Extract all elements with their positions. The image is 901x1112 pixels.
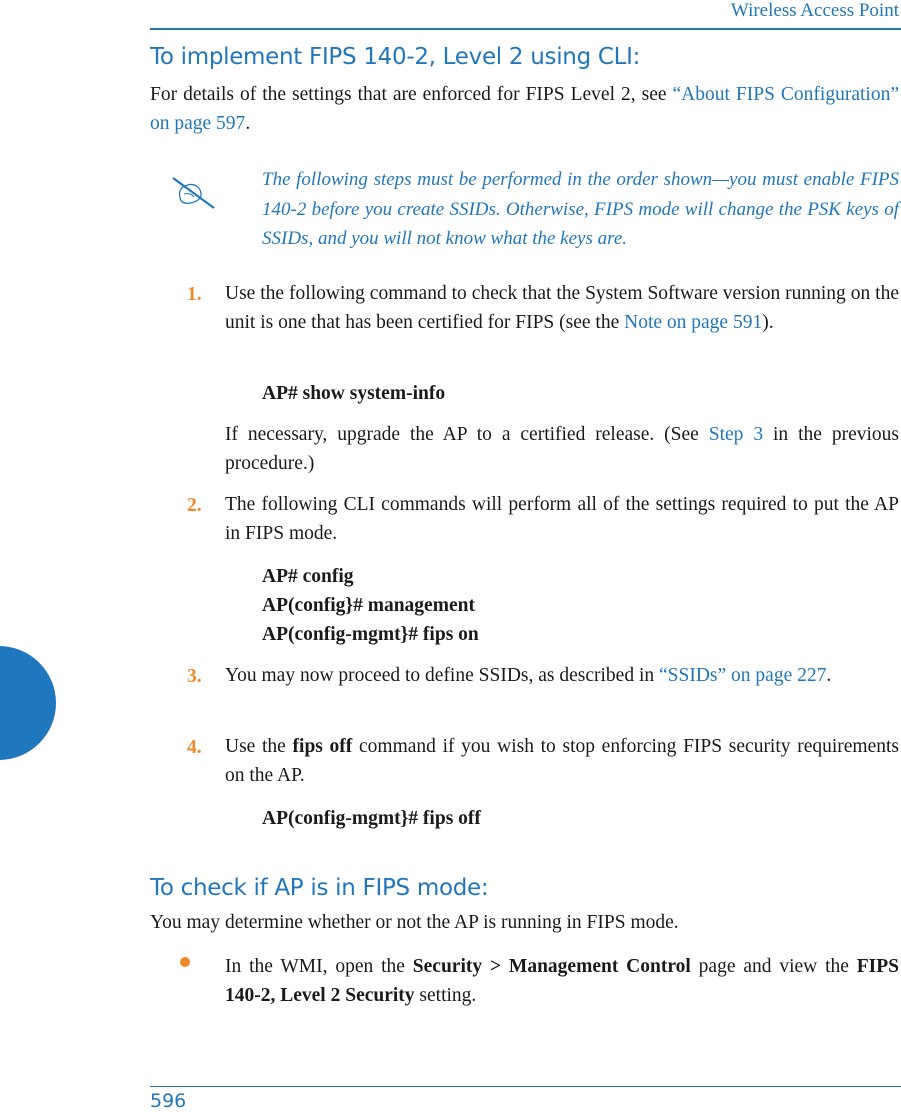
step-4-text: Use the fips off command if you wish to …	[225, 732, 899, 790]
intro-text: For details of the settings that are enf…	[150, 84, 673, 105]
section2-intro: You may determine whether or not the AP …	[150, 912, 679, 933]
bullet-body: In the WMI, open the	[225, 956, 413, 977]
step-4-body: Use the	[225, 736, 293, 757]
cli-command: AP# show system-info	[262, 383, 446, 404]
step-1-followup: If necessary, upgrade the AP to a certif…	[225, 420, 899, 478]
fips-off-keyword: fips off	[292, 736, 353, 757]
chapter-side-tab	[0, 646, 56, 760]
footer-rule	[150, 1086, 901, 1087]
security-management-control-path: Security > Management Control	[412, 956, 691, 977]
step-3-end: .	[826, 665, 832, 686]
section-intro: For details of the settings that are enf…	[150, 80, 899, 138]
followup-text: If necessary, upgrade the AP to a certif…	[225, 424, 709, 445]
bullet-middle: page and view the	[690, 956, 857, 977]
step-3-link[interactable]: Step 3	[709, 424, 763, 445]
step-3-body: You may now proceed to define SSIDs, as …	[225, 665, 659, 686]
step-1-text: Use the following command to check that …	[225, 279, 899, 337]
step-number: 2.	[187, 495, 202, 516]
running-header-title: Wireless Access Point	[730, 0, 899, 21]
section-heading-check-fips: To check if AP is in FIPS mode:	[150, 875, 489, 901]
cli-command: AP(config-mgmt}# fips off	[262, 808, 481, 829]
step-2-text: The following CLI commands will perform …	[225, 494, 899, 544]
step-1-body: Use the following command to check that …	[225, 283, 899, 333]
note-on-page-591-link[interactable]: Note on page 591	[624, 312, 762, 333]
cli-command: AP(config-mgmt}# fips on	[262, 624, 479, 645]
step-number: 1.	[187, 284, 202, 305]
pencil-hand-icon	[172, 177, 215, 209]
step-number: 3.	[187, 666, 202, 687]
ssids-page-227-link[interactable]: “SSIDs” on page 227	[659, 665, 826, 686]
cli-command: AP# config	[262, 566, 354, 587]
step-number: 4.	[187, 737, 202, 758]
note-text: The following steps must be performed in…	[262, 169, 899, 249]
intro-end: .	[245, 113, 251, 134]
cli-command: AP(config}# management	[262, 595, 475, 616]
bullet-text: In the WMI, open the Security > Manageme…	[225, 952, 899, 1010]
header-rule	[150, 28, 901, 30]
page-number: 596	[150, 1090, 187, 1112]
bullet-icon	[180, 957, 190, 967]
step-3-text: You may now proceed to define SSIDs, as …	[225, 661, 899, 690]
section-heading-implement-fips: To implement FIPS 140-2, Level 2 using C…	[150, 44, 641, 70]
bullet-end: setting.	[414, 985, 477, 1006]
step-1-end: ).	[762, 312, 774, 333]
